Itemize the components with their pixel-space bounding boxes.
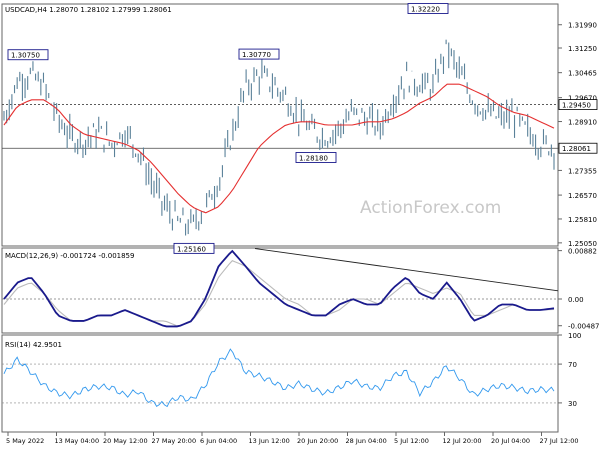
- macd-y-tick-label: 0.00882: [568, 248, 597, 256]
- rsi-line: [3, 348, 555, 408]
- macd-line: [3, 249, 555, 328]
- macd-trendline: [254, 248, 559, 292]
- annotation-label: 1.25160: [177, 245, 206, 253]
- price-y-tick-label: 1.31250: [568, 45, 597, 53]
- x-tick-label: 6 Jun 04:00: [200, 437, 237, 445]
- rsi-y-tick-label: 100: [568, 332, 581, 340]
- price-y-tick-label: 1.27355: [568, 167, 597, 175]
- x-tick-label: 20 Jul 04:00: [491, 437, 530, 445]
- chart-title: USDCAD,H4 1.28070 1.28102 1.27999 1.2806…: [5, 6, 172, 14]
- annotation-label: 1.30770: [242, 51, 271, 59]
- x-tick-label: 5 Jul 12:00: [394, 437, 429, 445]
- annotation-label: 1.32220: [411, 6, 440, 14]
- price-y-tick-label: 1.28910: [568, 119, 597, 127]
- annotation-label: 1.28180: [299, 154, 328, 162]
- watermark: ActionForex.com: [360, 198, 501, 218]
- x-tick-label: 20 Jun 20:00: [297, 437, 338, 445]
- x-tick-label: 5 May 2022: [6, 437, 44, 445]
- price-y-tick-label: 1.26570: [568, 192, 597, 200]
- rsi-title: RSI(14) 42.9501: [5, 341, 62, 349]
- price-y-tick-label: 1.25810: [568, 216, 597, 224]
- rsi-y-tick-label: 70: [568, 361, 577, 369]
- rsi-y-tick-label: 30: [568, 400, 577, 408]
- price-y-tick-label: 1.31990: [568, 22, 597, 30]
- macd-y-tick-label: -0.004872: [568, 323, 600, 331]
- x-tick-label: 12 Jul 20:00: [443, 437, 482, 445]
- macd-y-tick-label: 0.00: [568, 296, 584, 304]
- x-tick-label: 20 May 12:00: [103, 437, 148, 445]
- chart-canvas: 1.319901.312501.304651.296701.289101.280…: [1, 3, 600, 445]
- x-tick-label: 27 Jul 12:00: [540, 437, 579, 445]
- price-level-label: 1.29450: [562, 102, 591, 110]
- x-tick-label: 27 May 20:00: [152, 437, 197, 445]
- price-level-label: 1.28061: [562, 145, 591, 153]
- annotation-label: 1.30750: [11, 52, 40, 60]
- x-tick-label: 13 May 04:00: [55, 437, 100, 445]
- x-tick-label: 28 Jun 04:00: [346, 437, 387, 445]
- x-tick-label: 13 Jun 12:00: [249, 437, 290, 445]
- macd-title: MACD(12,26,9) -0.001724 -0.001859: [5, 252, 134, 260]
- price-y-tick-label: 1.30465: [568, 70, 597, 78]
